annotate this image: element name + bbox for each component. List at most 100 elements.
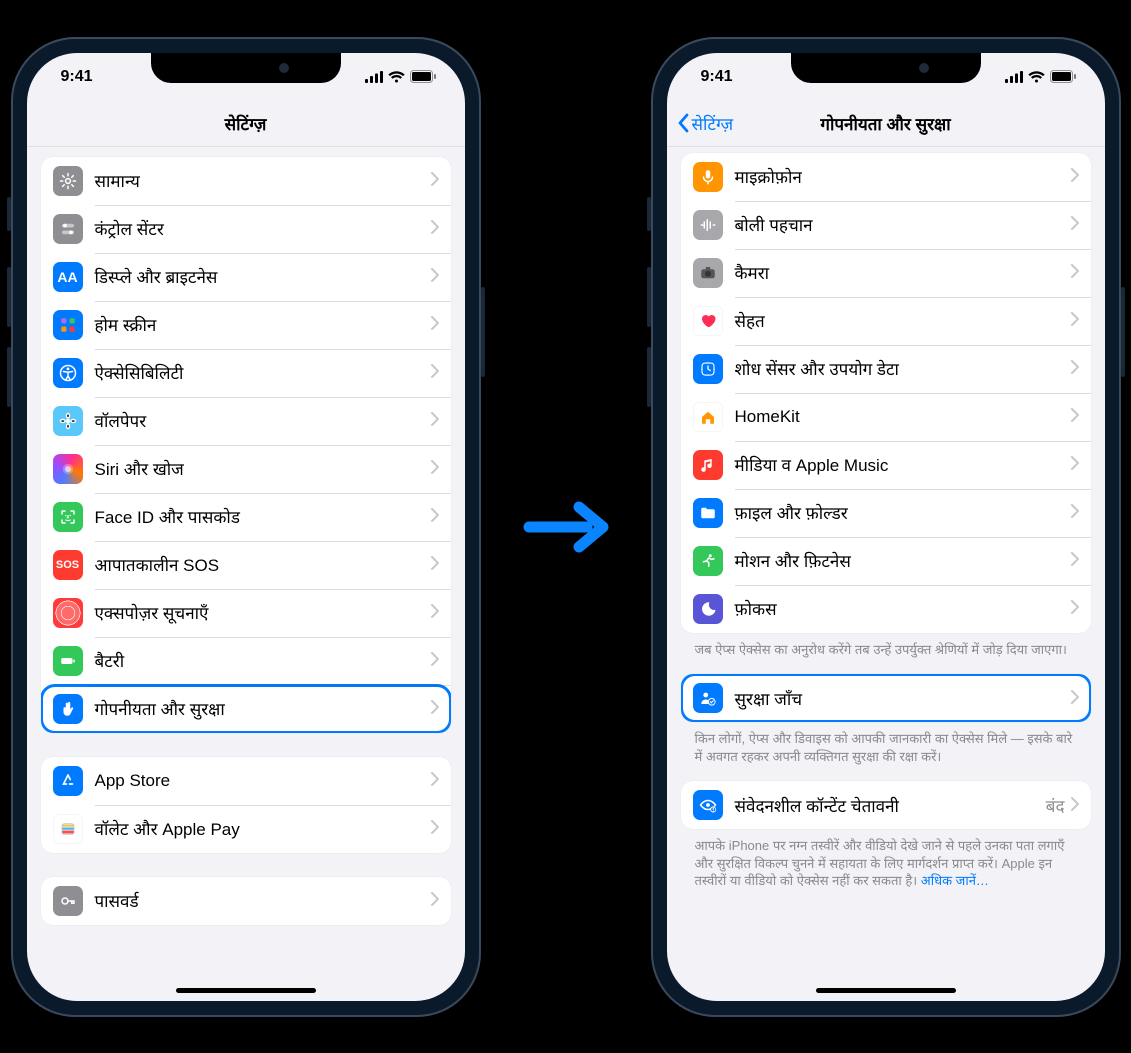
row-label: आपातकालीन SOS (95, 553, 431, 576)
chevron-right-icon (431, 409, 439, 432)
nav-bar: सेटिंग्ज़ (27, 101, 465, 147)
cellular-icon (365, 71, 383, 83)
row-label: HomeKit (735, 407, 1071, 427)
settings-row-accessibility[interactable]: ऐक्सेसिबिलिटी (41, 349, 451, 397)
power-button (1121, 287, 1125, 377)
chevron-right-icon (1071, 549, 1079, 572)
runner-icon (693, 546, 723, 576)
settings-row-faceid[interactable]: Face ID और पासकोड (41, 493, 451, 541)
power-button (481, 287, 485, 377)
row-label: Face ID और पासकोड (95, 505, 431, 528)
music-icon (693, 450, 723, 480)
settings-row-siri[interactable]: Siri और खोज (41, 445, 451, 493)
row-label: कैमरा (735, 261, 1071, 284)
chevron-right-icon (431, 889, 439, 912)
faceid-icon (53, 502, 83, 532)
row-label: एक्सपोज़र सूचनाएँ (95, 601, 431, 624)
settings-row-SOS[interactable]: SOSआपातकालीन SOS (41, 541, 451, 589)
row-label: App Store (95, 771, 431, 791)
volume-down (7, 347, 11, 407)
accessibility-icon (53, 358, 83, 388)
page-title: सेटिंग्ज़ (225, 112, 267, 135)
chevron-right-icon (431, 697, 439, 720)
settings-row-flower[interactable]: वॉलपेपर (41, 397, 451, 445)
settings-row-AA[interactable]: AAडिस्प्ले और ब्राइटनेस (41, 253, 451, 301)
settings-row-research[interactable]: शोध सेंसर और उपयोग डेटा (681, 345, 1091, 393)
settings-row-gear[interactable]: सामान्य (41, 157, 451, 205)
settings-row-eyewarn[interactable]: संवेदनशील कॉन्टेंट चेतावनीबंद (681, 781, 1091, 829)
status-time: 9:41 (701, 68, 733, 86)
siri-icon (53, 454, 83, 484)
learn-more-link[interactable]: अधिक जानें… (921, 873, 989, 888)
row-label: माइक्रोफ़ोन (735, 165, 1071, 188)
settings-row-battery[interactable]: बैटरी (41, 637, 451, 685)
phone-settings: 9:41 सेटिंग्ज़ सामान्यकंट्रोल सेंटरAAडिस… (11, 37, 481, 1017)
settings-row-grid[interactable]: होम स्क्रीन (41, 301, 451, 349)
home-indicator[interactable] (816, 988, 956, 993)
appstore-icon (53, 766, 83, 796)
row-label: ऐक्सेसिबिलिटी (95, 361, 431, 384)
settings-row-key[interactable]: पासवर्ड (41, 877, 451, 925)
settings-row-home[interactable]: HomeKit (681, 393, 1091, 441)
home-indicator[interactable] (176, 988, 316, 993)
row-label: फ़ाइल और फ़ोल्डर (735, 501, 1071, 524)
phone-privacy: 9:41 सेटिंग्ज़ गोपनीयता और सुरक्षा म (651, 37, 1121, 1017)
settings-row-wallet[interactable]: वॉलेट और Apple Pay (41, 805, 451, 853)
row-label: संवेदनशील कॉन्टेंट चेतावनी (735, 794, 1046, 817)
group-footer: आपके iPhone पर नग्न तस्वीरें और वीडियो द… (681, 837, 1091, 894)
camera-icon (693, 258, 723, 288)
volume-up (647, 267, 651, 327)
flow-arrow (521, 497, 611, 557)
safetycheck-icon (693, 683, 723, 713)
chevron-right-icon (431, 169, 439, 192)
row-label: डिस्प्ले और ब्राइटनेस (95, 265, 431, 288)
settings-row-runner[interactable]: मोशन और फ़िटनेस (681, 537, 1091, 585)
group-footer: जब ऐप्स ऐक्सेस का अनुरोध करेंगे तब उन्हे… (681, 641, 1091, 675)
back-button[interactable]: सेटिंग्ज़ (677, 101, 734, 146)
nav-bar: सेटिंग्ज़ गोपनीयता और सुरक्षा (667, 101, 1105, 147)
row-label: वॉलेट और Apple Pay (95, 817, 431, 840)
row-label: Siri और खोज (95, 457, 431, 480)
gear-icon (53, 166, 83, 196)
settings-row-safetycheck[interactable]: सुरक्षा जाँच (681, 674, 1091, 722)
eyewarn-icon (693, 790, 723, 820)
settings-row-heart[interactable]: सेहत (681, 297, 1091, 345)
battery-icon (410, 70, 437, 83)
chevron-right-icon (431, 553, 439, 576)
notch (151, 53, 341, 83)
settings-row-switches[interactable]: कंट्रोल सेंटर (41, 205, 451, 253)
settings-row-music[interactable]: मीडिया व Apple Music (681, 441, 1091, 489)
row-label: शोध सेंसर और उपयोग डेटा (735, 357, 1071, 380)
chevron-right-icon (1071, 309, 1079, 332)
chevron-left-icon (677, 113, 689, 133)
row-detail: बंद (1046, 794, 1065, 817)
chevron-right-icon (1071, 794, 1079, 817)
settings-row-wave[interactable]: बोली पहचान (681, 201, 1091, 249)
settings-row-folder[interactable]: फ़ाइल और फ़ोल्डर (681, 489, 1091, 537)
chevron-right-icon (1071, 357, 1079, 380)
research-icon (693, 354, 723, 384)
settings-row-mic[interactable]: माइक्रोफ़ोन (681, 153, 1091, 201)
mic-icon (693, 162, 723, 192)
battery-icon (53, 646, 83, 676)
home-icon (693, 402, 723, 432)
volume-up (7, 267, 11, 327)
mute-switch (647, 197, 651, 231)
switches-icon (53, 214, 83, 244)
volume-down (647, 347, 651, 407)
settings-row-camera[interactable]: कैमरा (681, 249, 1091, 297)
settings-row-hand[interactable]: गोपनीयता और सुरक्षा (41, 685, 451, 733)
chevron-right-icon (431, 769, 439, 792)
chevron-right-icon (431, 361, 439, 384)
hand-icon (53, 694, 83, 724)
settings-row-moon[interactable]: फ़ोकस (681, 585, 1091, 633)
chevron-right-icon (1071, 261, 1079, 284)
notch (791, 53, 981, 83)
settings-row-exposure[interactable]: एक्सपोज़र सूचनाएँ (41, 589, 451, 637)
key-icon (53, 886, 83, 916)
back-label: सेटिंग्ज़ (692, 112, 734, 135)
settings-row-appstore[interactable]: App Store (41, 757, 451, 805)
chevron-right-icon (431, 649, 439, 672)
wave-icon (693, 210, 723, 240)
chevron-right-icon (1071, 687, 1079, 710)
